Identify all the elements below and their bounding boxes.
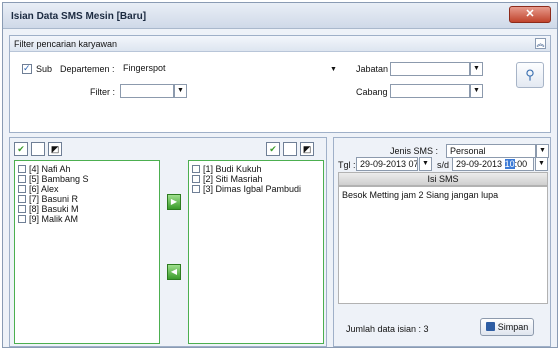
save-disk-icon xyxy=(485,322,495,331)
cabang-field[interactable] xyxy=(390,84,470,98)
departemen-label: Departemen : xyxy=(60,64,115,74)
isi-sms-textarea[interactable]: Besok Metting jam 2 Siang jangan lupa xyxy=(338,186,548,304)
jenis-sms-select[interactable]: Personal xyxy=(446,144,536,158)
sd-label: s/d xyxy=(437,160,450,170)
list-item[interactable]: [4] Nafi Ah xyxy=(18,164,71,174)
list-item[interactable]: [6] Alex xyxy=(18,184,59,194)
list-item[interactable]: [5] Bambang S xyxy=(18,174,89,184)
list-item[interactable]: [1] Budi Kukuh xyxy=(192,164,262,174)
arrow-left-icon: ◀ xyxy=(170,267,178,276)
jabatan-field[interactable] xyxy=(390,62,470,76)
search-icon: ⚲ xyxy=(525,67,535,82)
arrow-right-icon: ▶ xyxy=(170,197,178,206)
save-label: Simpan xyxy=(497,322,529,332)
cabang-label: Cabang : xyxy=(356,87,393,97)
sms-panel: Jenis SMS : Personal ▼ Tgl : 29-09-2013 … xyxy=(333,137,551,347)
jabatan-dropdown-icon[interactable]: ▼ xyxy=(470,62,483,76)
tgl-from-dropdown-icon[interactable]: ▼ xyxy=(419,157,432,171)
window-title: Isian Data SMS Mesin [Baru] xyxy=(11,11,147,22)
uncheck-all-right-icon[interactable] xyxy=(283,142,297,156)
list-item[interactable]: [2] Siti Masriah xyxy=(192,174,263,184)
dialog-window: Isian Data SMS Mesin [Baru] ✕ Filter pen… xyxy=(2,2,558,348)
cabang-dropdown-icon[interactable]: ▼ xyxy=(470,84,483,98)
employee-lists-panel: ✔ ◩ ✔ ◩ [4] Nafi Ah [5] Bambang S [6] Al… xyxy=(9,137,327,347)
jenis-sms-dropdown-icon[interactable]: ▼ xyxy=(536,144,549,158)
uncheck-all-left-icon[interactable] xyxy=(31,142,45,156)
filter-field[interactable] xyxy=(120,84,174,98)
tgl-label: Tgl : xyxy=(338,160,356,170)
invert-left-icon[interactable]: ◩ xyxy=(48,142,62,156)
invert-right-icon[interactable]: ◩ xyxy=(300,142,314,156)
list-item[interactable]: [8] Basuki M xyxy=(18,204,79,214)
title-bar: Isian Data SMS Mesin [Baru] ✕ xyxy=(3,3,557,29)
jabatan-label: Jabatan : xyxy=(356,64,394,74)
tgl-to-min: :00 xyxy=(514,159,528,169)
move-left-button[interactable]: ◀ xyxy=(167,264,181,280)
available-employee-list[interactable]: [4] Nafi Ah [5] Bambang S [6] Alex [7] B… xyxy=(14,160,160,344)
jenis-sms-label: Jenis SMS : xyxy=(390,146,439,156)
filter-panel: Filter pencarian karyawan ︽ Sub Departem… xyxy=(9,35,551,133)
sub-label: Sub xyxy=(36,64,53,74)
collapse-icon[interactable]: ︽ xyxy=(535,38,546,49)
check-all-left-icon[interactable]: ✔ xyxy=(14,142,28,156)
departemen-field[interactable]: Fingerspot xyxy=(120,62,346,76)
sub-checkbox[interactable] xyxy=(22,63,32,74)
isi-sms-header: Isi SMS xyxy=(338,172,548,186)
departemen-dropdown-icon[interactable]: ▼ xyxy=(328,64,339,76)
selected-employee-list[interactable]: [1] Budi Kukuh [2] Siti Masriah [3] Dima… xyxy=(188,160,324,344)
search-button[interactable]: ⚲ xyxy=(516,62,544,88)
list-item[interactable]: [7] Basuni R xyxy=(18,194,78,204)
filter-header: Filter pencarian karyawan ︽ xyxy=(10,36,550,52)
filter-header-text: Filter pencarian karyawan xyxy=(14,39,118,49)
check-all-right-icon[interactable]: ✔ xyxy=(266,142,280,156)
tgl-to-dropdown-icon[interactable]: ▼ xyxy=(535,157,548,171)
save-button[interactable]: Simpan xyxy=(480,318,534,336)
list-item[interactable]: [9] Malik AM xyxy=(18,214,78,224)
close-button[interactable]: ✕ xyxy=(509,6,551,23)
tgl-to-hour: 10 xyxy=(504,159,515,169)
jumlah-data-label: Jumlah data isian : 3 xyxy=(346,324,429,334)
list-item[interactable]: [3] Dimas Igbal Pambudi xyxy=(192,184,301,194)
tgl-to-field[interactable]: 29-09-2013 10:00 xyxy=(452,157,534,171)
filter-dropdown-icon[interactable]: ▼ xyxy=(174,84,187,98)
tgl-from-field[interactable]: 29-09-2013 07:00 xyxy=(356,157,418,171)
filter-label: Filter : xyxy=(90,87,116,97)
tgl-to-date: 29-09-2013 xyxy=(456,159,503,169)
move-right-button[interactable]: ▶ xyxy=(167,194,181,210)
